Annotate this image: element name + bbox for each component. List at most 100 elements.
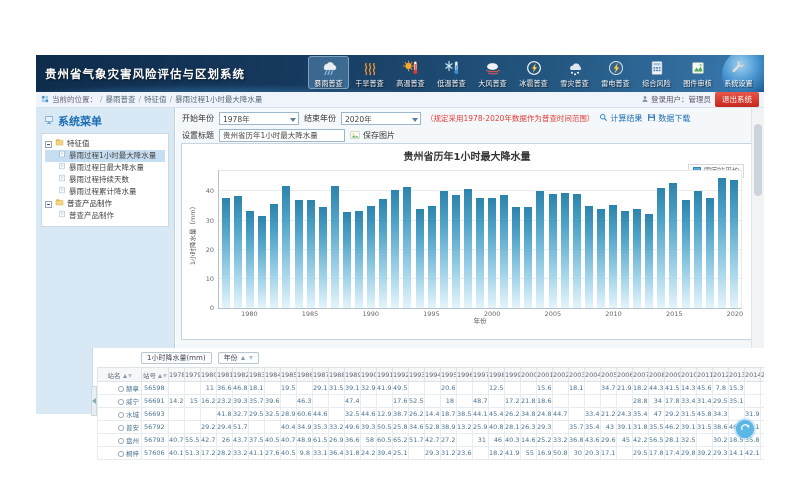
station-id-header[interactable]: 站号 xyxy=(142,368,169,382)
year-header-1980[interactable]: 1980 xyxy=(201,368,217,382)
bar-2014 xyxy=(657,188,665,308)
station-radio[interactable] xyxy=(118,438,124,444)
value-cell: 32.5 xyxy=(681,434,697,447)
sidebar-item-branch[interactable]: 特征值 xyxy=(45,138,165,150)
collapse-box-icon[interactable] xyxy=(45,141,52,148)
station-radio[interactable] xyxy=(118,386,124,392)
year-header-2005[interactable]: 2005 xyxy=(601,368,617,382)
nav-item-settings[interactable]: 系统设置 xyxy=(718,56,759,89)
sidebar-item-branch[interactable]: 普查产品制作 xyxy=(45,198,165,210)
value-cell: 15.3 xyxy=(729,382,745,395)
sidebar-item-leaf[interactable]: 暴雨过程1小时最大降水量 xyxy=(45,150,165,162)
sidebar-item-leaf[interactable]: 暴雨过程日最大降水量 xyxy=(45,162,165,174)
year-header-1992[interactable]: 1992 xyxy=(393,368,409,382)
sort-asc-icon[interactable] xyxy=(123,374,127,378)
year-header-2004[interactable]: 2004 xyxy=(585,368,601,382)
year-header-2007[interactable]: 2007 xyxy=(633,368,649,382)
station-radio[interactable] xyxy=(118,425,124,431)
year-header-2014[interactable]: 2014 xyxy=(745,368,761,382)
sort-desc-icon[interactable] xyxy=(128,374,132,378)
value-cell: 17.2 xyxy=(505,395,521,408)
value-cell: 31.9 xyxy=(745,408,761,421)
nav-item-hail[interactable]: 冰雹普查 xyxy=(513,56,554,89)
year-header-2002[interactable]: 2002 xyxy=(553,368,569,382)
nav-item-drought[interactable]: 干旱普查 xyxy=(349,56,390,89)
year-header-1995[interactable]: 1995 xyxy=(441,368,457,382)
chart-title-input[interactable] xyxy=(219,129,345,142)
sidebar-item-leaf[interactable]: 暴雨过程持续天数 xyxy=(45,174,165,186)
nav-item-rainstorm[interactable]: 暴雨普查 xyxy=(308,56,349,89)
year-header-1987[interactable]: 1987 xyxy=(313,368,329,382)
year-header-2001[interactable]: 2001 xyxy=(537,368,553,382)
year-header-1979[interactable]: 1979 xyxy=(185,368,201,382)
year-header-1996[interactable]: 1996 xyxy=(457,368,473,382)
year-header-1999[interactable]: 1999 xyxy=(505,368,521,382)
station-name-header[interactable]: 站名 xyxy=(98,368,142,382)
collapse-panel-handle[interactable] xyxy=(91,386,97,416)
nav-item-snow[interactable]: 雪灾普查 xyxy=(554,56,595,89)
collapse-box-icon[interactable] xyxy=(45,201,52,208)
sort-desc-icon[interactable] xyxy=(163,374,167,378)
station-radio[interactable] xyxy=(118,451,124,457)
breadcrumb-item[interactable]: 特征值 xyxy=(144,95,167,104)
nav-item-low-temp[interactable]: 低温普查 xyxy=(431,56,472,89)
sidebar-item-leaf[interactable]: 暴雨过程累计降水量 xyxy=(45,186,165,198)
year-header-2015[interactable]: 2015 xyxy=(761,368,765,382)
save-image-button[interactable]: 保存图片 xyxy=(350,130,395,142)
year-header-1981[interactable]: 1981 xyxy=(217,368,233,382)
year-header-2009[interactable]: 2009 xyxy=(665,368,681,382)
bar-1990 xyxy=(367,206,375,308)
year-header-2010[interactable]: 2010 xyxy=(681,368,697,382)
year-header-2003[interactable]: 2003 xyxy=(569,368,585,382)
year-header-1989[interactable]: 1989 xyxy=(345,368,361,382)
year-header-1988[interactable]: 1988 xyxy=(329,368,345,382)
value-cell: 39.1 xyxy=(345,382,361,395)
year-header-1994[interactable]: 1994 xyxy=(425,368,441,382)
year-header-2000[interactable]: 2000 xyxy=(521,368,537,382)
year-header-1978[interactable]: 1978 xyxy=(169,368,185,382)
year-header-2013[interactable]: 2013 xyxy=(729,368,745,382)
year-header-1991[interactable]: 1991 xyxy=(377,368,393,382)
year-header-1985[interactable]: 1985 xyxy=(281,368,297,382)
value-cell: 38.6 xyxy=(713,421,729,434)
refresh-button[interactable] xyxy=(736,420,754,438)
vertical-scrollbar[interactable] xyxy=(751,108,764,348)
year-header-2006[interactable]: 2006 xyxy=(617,368,633,382)
end-year-select[interactable]: 2020年 xyxy=(341,112,421,125)
sort-asc-icon[interactable] xyxy=(241,356,245,360)
field-chip-year[interactable]: 年份 xyxy=(218,352,259,364)
nav-item-high-temp[interactable]: 高温普查 xyxy=(390,56,431,89)
year-header-1984[interactable]: 1984 xyxy=(265,368,281,382)
table-row-56691: 威宁5669114.21516.223.239.335.739.646.347.… xyxy=(98,395,765,408)
nav-item-wind[interactable]: 大风普查 xyxy=(472,56,513,89)
scrollbar-thumb[interactable] xyxy=(754,124,762,196)
year-header-1998[interactable]: 1998 xyxy=(489,368,505,382)
calculate-button[interactable]: 计算结果 xyxy=(599,113,642,124)
year-header-1986[interactable]: 1986 xyxy=(297,368,313,382)
year-header-2008[interactable]: 2008 xyxy=(649,368,665,382)
year-header-1983[interactable]: 1983 xyxy=(249,368,265,382)
chevron-down-icon xyxy=(412,118,418,122)
year-header-1993[interactable]: 1993 xyxy=(409,368,425,382)
year-header-1997[interactable]: 1997 xyxy=(473,368,489,382)
station-radio[interactable] xyxy=(118,399,124,405)
breadcrumb-item[interactable]: 暴雨过程1小时最大降水量 xyxy=(175,95,262,104)
sort-asc-icon[interactable] xyxy=(158,374,162,378)
download-data-button[interactable]: 数据下载 xyxy=(647,113,690,124)
value-cell xyxy=(473,382,489,395)
breadcrumb-item[interactable]: 暴雨普查 xyxy=(106,95,136,104)
year-header-1982[interactable]: 1982 xyxy=(233,368,249,382)
nav-item-lightning[interactable]: 雷电普查 xyxy=(595,56,636,89)
year-header-1990[interactable]: 1990 xyxy=(361,368,377,382)
value-cell: 39.6 xyxy=(265,395,281,408)
start-year-select[interactable]: 1978年 xyxy=(219,112,299,125)
sidebar-item-leaf[interactable]: 普查产品制作 xyxy=(45,210,165,222)
nav-item-composite[interactable]: 综合风险 xyxy=(636,56,677,89)
station-radio[interactable] xyxy=(118,412,124,418)
sort-desc-icon[interactable] xyxy=(249,356,253,360)
field-chip-precip[interactable]: 1小时降水量(mm) xyxy=(141,352,212,364)
nav-item-map-review[interactable]: 图件审核 xyxy=(677,56,718,89)
year-header-2012[interactable]: 2012 xyxy=(713,368,729,382)
logout-button[interactable]: 退出系统 xyxy=(715,92,759,107)
year-header-2011[interactable]: 2011 xyxy=(697,368,713,382)
